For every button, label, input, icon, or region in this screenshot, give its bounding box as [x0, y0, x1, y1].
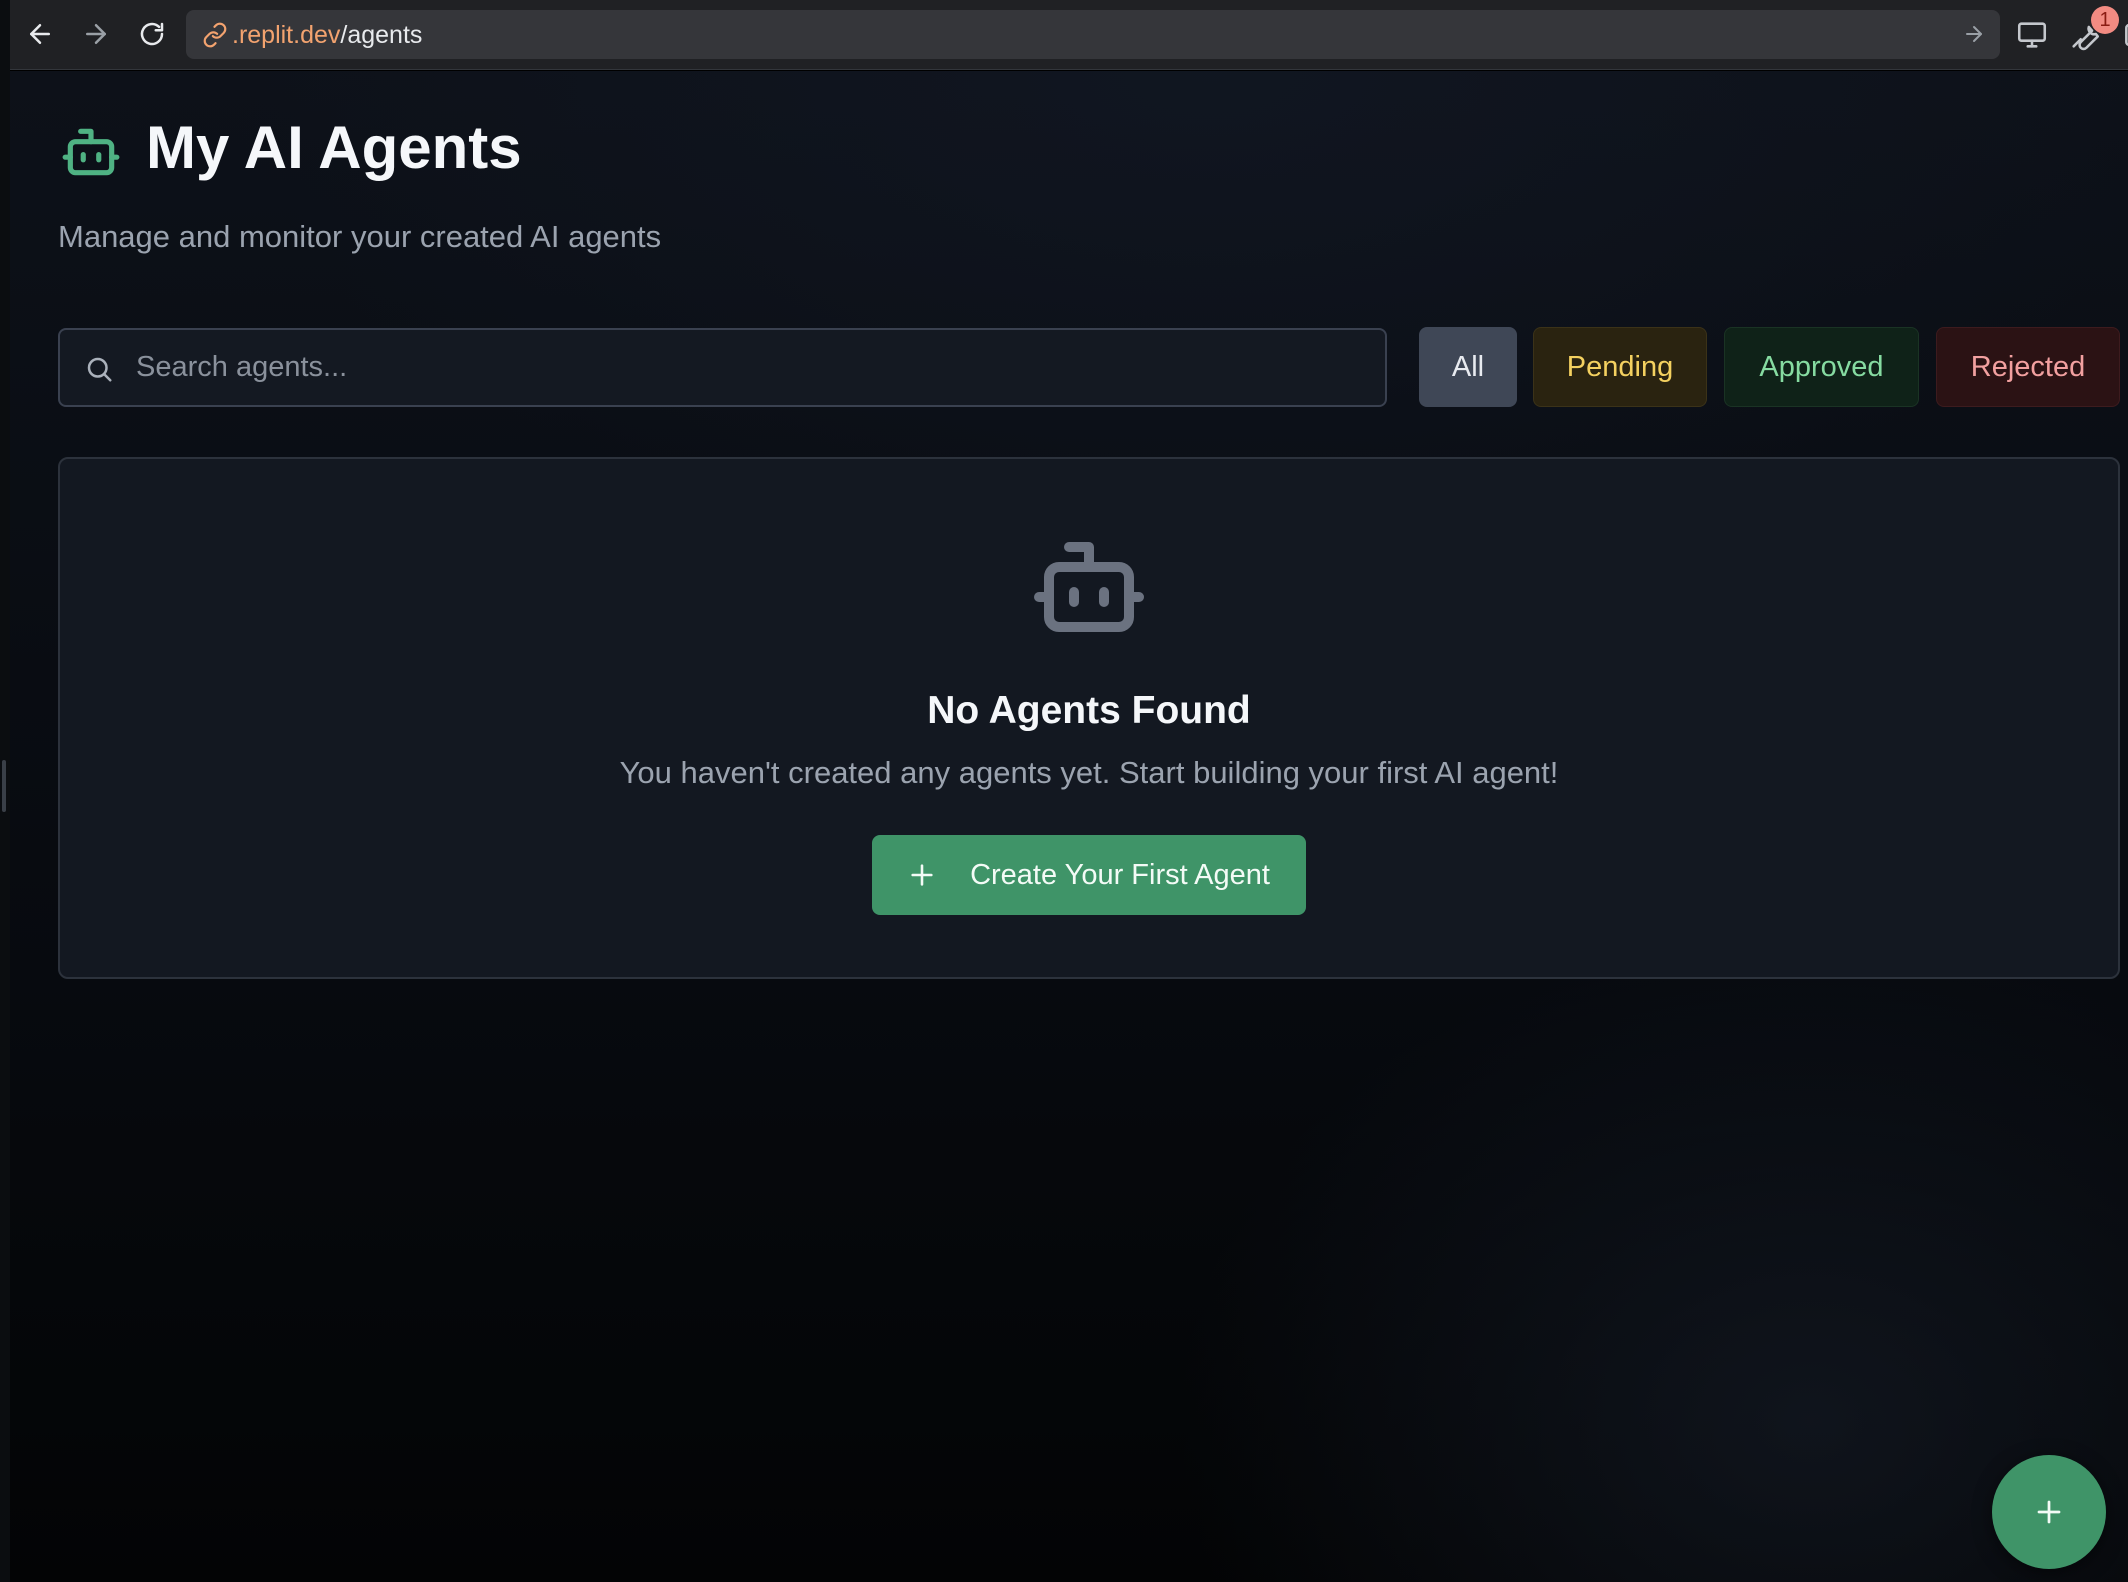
bot-icon	[62, 128, 120, 176]
arrow-right-icon	[86, 24, 106, 44]
empty-state-card: No Agents Found You haven't created any …	[58, 457, 2120, 979]
filter-all-button[interactable]: All	[1419, 327, 1517, 407]
notification-badge: 1	[2091, 6, 2119, 34]
create-first-agent-button[interactable]: Create Your First Agent	[872, 835, 1306, 915]
sidebar-toggle-icon[interactable]	[2122, 18, 2128, 52]
back-button[interactable]	[20, 14, 60, 54]
bot-icon	[1034, 542, 1144, 632]
monitor-icon[interactable]	[2015, 18, 2049, 52]
filter-rejected-button[interactable]: Rejected	[1936, 327, 2120, 407]
reload-icon	[140, 22, 164, 46]
url-domain: .replit.dev	[232, 21, 341, 49]
page-title: My AI Agents	[146, 114, 522, 181]
resize-handle[interactable]	[2, 760, 6, 812]
add-agent-fab[interactable]	[1992, 1455, 2106, 1569]
search-input[interactable]	[136, 330, 1366, 405]
url-path: /agents	[340, 21, 423, 49]
empty-state-title: No Agents Found	[927, 689, 1251, 732]
arrow-left-icon	[30, 24, 50, 44]
plus-icon	[2037, 1500, 2061, 1524]
search-icon	[87, 357, 112, 382]
link-icon	[203, 22, 227, 48]
address-bar[interactable]: .replit.dev/agents	[186, 10, 2000, 59]
browser-toolbar: .replit.dev/agents 1	[10, 0, 2128, 70]
plus-icon	[911, 864, 933, 886]
go-arrow-icon[interactable]	[1962, 22, 1986, 46]
page-subtitle: Manage and monitor your created AI agent…	[58, 219, 662, 254]
empty-state-description: You haven't created any agents yet. Star…	[619, 755, 1559, 790]
search-box	[58, 328, 1387, 407]
filter-approved-button[interactable]: Approved	[1724, 327, 1919, 407]
window-edge	[0, 0, 10, 1582]
create-first-agent-label: Create Your First Agent	[970, 858, 1270, 891]
filter-pending-button[interactable]: Pending	[1533, 327, 1707, 407]
reload-button[interactable]	[132, 14, 172, 54]
url-text: .replit.dev/agents	[232, 21, 422, 50]
forward-button[interactable]	[76, 14, 116, 54]
agents-page: My AI Agents Manage and monitor your cre…	[10, 71, 2128, 1582]
